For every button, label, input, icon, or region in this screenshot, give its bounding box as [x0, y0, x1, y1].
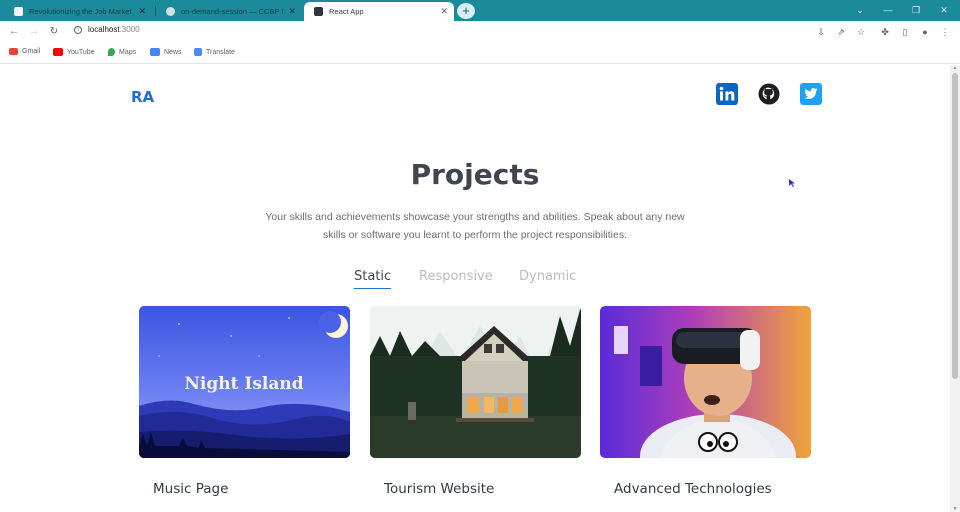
bookmark-maps[interactable]: Maps	[108, 48, 136, 56]
bookmark-label: Gmail	[22, 48, 41, 55]
scrollbar-thumb[interactable]	[952, 73, 958, 379]
minimize-button[interactable]: —	[874, 0, 902, 21]
extensions-icon[interactable]: ✤	[878, 25, 892, 39]
translate-icon	[194, 48, 202, 56]
bookmark-star-icon[interactable]: ☆	[854, 25, 868, 39]
reload-icon[interactable]: ↻	[46, 24, 62, 40]
bookmark-youtube[interactable]: YouTube	[53, 48, 95, 56]
twitter-icon[interactable]	[800, 83, 822, 105]
projects-description: Your skills and achievements showcase yo…	[240, 208, 710, 244]
bookmark-label: YouTube	[67, 48, 95, 56]
advanced-technologies-image[interactable]	[600, 306, 811, 458]
music-page-image[interactable]: Night Island	[139, 306, 350, 458]
close-window-button[interactable]: ✕	[930, 0, 958, 21]
install-icon[interactable]: ⇩	[814, 25, 828, 39]
bookmark-translate[interactable]: Translate	[194, 48, 235, 56]
restore-button[interactable]: ❐	[902, 0, 930, 21]
github-icon[interactable]	[758, 83, 780, 105]
bookmark-label: Maps	[119, 48, 137, 56]
browser-tab-title: on-demand-session — CCBP IDE	[181, 7, 285, 16]
night-island-text: Night Island	[184, 374, 303, 394]
browser-tab-1[interactable]: Revolutionizing the Job Market | ✕	[4, 2, 152, 21]
site-info-icon[interactable]: i	[74, 25, 82, 34]
mouse-cursor-icon	[789, 179, 795, 187]
tab-static[interactable]: Static	[354, 269, 392, 289]
menu-kebab-icon[interactable]: ⋮	[938, 25, 952, 39]
page-title: Projects	[410, 158, 540, 191]
profile-icon[interactable]: ●	[918, 25, 932, 39]
address-bar-row: ← → ↻ i localhost:3000 ⇩ ⇗ ☆ ✤ ▯ ● ⋮	[0, 21, 960, 44]
close-tab-icon[interactable]: ✕	[138, 6, 146, 17]
browser-tabstrip: Revolutionizing the Job Market | ✕ on-de…	[0, 0, 960, 21]
bookmark-label: Translate	[206, 48, 235, 56]
url-host: localhost	[88, 25, 120, 34]
youtube-icon	[53, 48, 63, 56]
bookmarks-bar: Gmail YouTube Maps News Translate	[0, 44, 960, 64]
address-field[interactable]: i localhost:3000	[74, 25, 140, 34]
news-icon	[150, 48, 160, 56]
scroll-down-arrow-icon[interactable]: ▼	[952, 506, 958, 512]
side-panel-icon[interactable]: ▯	[898, 25, 912, 39]
linkedin-icon[interactable]	[716, 83, 738, 105]
browser-tab-title: Revolutionizing the Job Market |	[29, 7, 135, 16]
gmail-icon	[9, 48, 18, 55]
forward-arrow-icon[interactable]: →	[26, 24, 42, 40]
close-tab-icon[interactable]: ✕	[288, 6, 296, 17]
share-icon[interactable]: ⇗	[834, 25, 848, 39]
project-tabs: Static Responsive Dynamic	[0, 269, 950, 293]
browser-tab-title: React App	[329, 7, 364, 16]
tab-favicon	[14, 7, 23, 16]
project-card-title[interactable]: Advanced Technologies	[614, 481, 772, 497]
project-card-title[interactable]: Tourism Website	[384, 481, 494, 497]
site-logo[interactable]: RA	[131, 88, 154, 106]
maps-icon	[108, 48, 115, 56]
tab-search-icon[interactable]: ⌄	[846, 0, 874, 21]
tab-responsive[interactable]: Responsive	[419, 269, 493, 288]
tab-dynamic[interactable]: Dynamic	[519, 269, 576, 288]
back-arrow-icon[interactable]: ←	[6, 24, 22, 40]
browser-tab-3[interactable]: React App ✕	[304, 2, 454, 21]
bookmark-gmail[interactable]: Gmail	[9, 48, 40, 55]
globe-icon	[166, 7, 175, 16]
project-card-title[interactable]: Music Page	[153, 481, 228, 497]
scroll-up-arrow-icon[interactable]: ▲	[952, 65, 958, 71]
react-icon	[314, 7, 323, 16]
vertical-scrollbar[interactable]: ▲ ▼	[950, 65, 960, 512]
page-viewport: RA Projects Your skills and achievements…	[0, 65, 950, 512]
url-port: :3000	[119, 25, 140, 34]
tourism-website-image[interactable]	[370, 306, 581, 458]
description-line-2: skills or software you learnt to perform…	[322, 229, 628, 241]
browser-tab-2[interactable]: on-demand-session — CCBP IDE ✕	[156, 2, 302, 21]
bookmark-label: News	[164, 48, 182, 56]
bookmark-news[interactable]: News	[150, 48, 182, 56]
description-line-1: Your skills and achievements showcase yo…	[265, 211, 685, 223]
close-tab-icon[interactable]: ✕	[440, 6, 448, 17]
new-tab-button[interactable]: +	[457, 3, 475, 19]
